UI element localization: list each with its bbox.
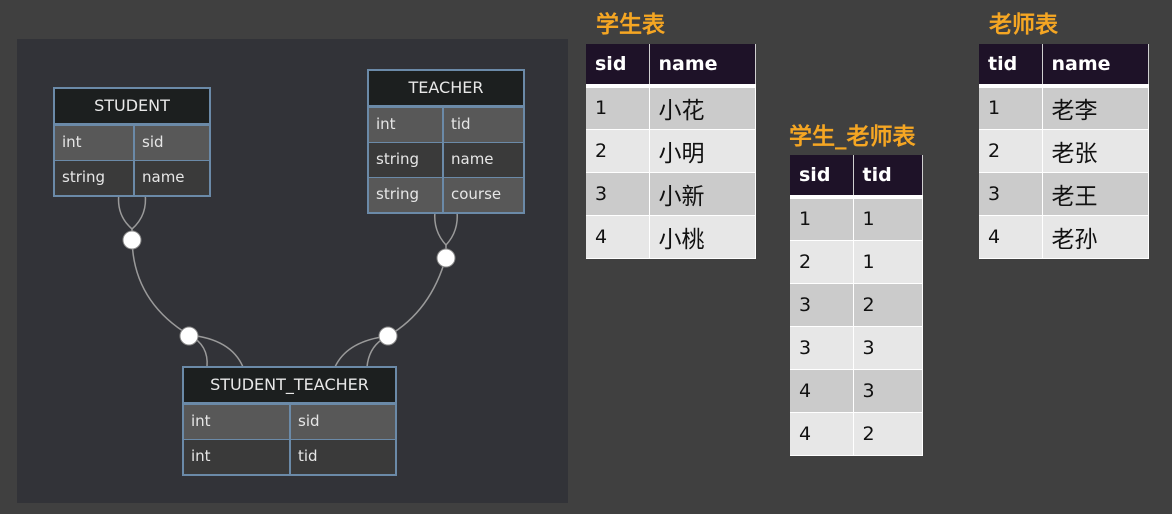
table-cell: 小花	[649, 86, 756, 130]
column-header-name: name	[649, 44, 756, 88]
table-cell: 4	[790, 369, 854, 413]
table-header-row: sid name	[586, 44, 756, 88]
teacher-crowfoot-right	[445, 210, 459, 246]
table-cell: 小桃	[649, 215, 756, 259]
table-row: 1 1	[790, 197, 923, 241]
table-cell: 2	[853, 283, 923, 327]
table-cell: 2	[790, 240, 854, 284]
field-type: string	[369, 178, 444, 212]
table-row: 1 老李	[979, 86, 1149, 130]
table-cell: 4	[790, 412, 854, 456]
student-table: sid name 1 小花 2 小明 3 小新 4 小桃	[586, 44, 756, 259]
junction-teacher-circle	[378, 326, 398, 346]
table-header-row: tid name	[979, 44, 1149, 88]
table-cell: 小新	[649, 172, 756, 216]
field-name: name	[142, 168, 185, 186]
field-name: name	[451, 150, 494, 168]
field-type: int	[184, 405, 291, 439]
field-type: string	[55, 161, 135, 195]
table-cell: 老李	[1042, 86, 1149, 130]
field-name: sid	[142, 133, 164, 151]
student-junction-line	[131, 238, 190, 336]
entity-student-teacher-row: int sid	[184, 404, 395, 439]
entity-teacher-row: int tid	[369, 107, 523, 142]
field-name: course	[451, 185, 502, 203]
table-row: 3 3	[790, 326, 923, 370]
table-row: 4 3	[790, 369, 923, 413]
student-teacher-table-title: 学生_老师表	[789, 124, 916, 150]
field-name: sid	[298, 412, 320, 430]
field-type: int	[184, 440, 291, 474]
field-type: int	[369, 108, 444, 142]
table-row: 2 老张	[979, 129, 1149, 173]
field-type: string	[369, 143, 444, 177]
teacher-cardinality-circle	[436, 248, 456, 268]
table-cell: 4	[586, 215, 650, 259]
field-name: tid	[298, 447, 318, 465]
entity-student-row: string name	[55, 160, 209, 195]
table-cell: 2	[586, 129, 650, 173]
teacher-crowfoot-left	[433, 210, 447, 246]
entity-student: STUDENT int sid string name	[53, 87, 211, 197]
table-cell: 2	[979, 129, 1043, 173]
teacher-junction-line	[387, 256, 447, 337]
student-crowfoot-right	[131, 192, 147, 230]
table-cell: 1	[790, 197, 854, 241]
entity-teacher-row: string course	[369, 177, 523, 212]
entity-student-teacher-title: STUDENT_TEACHER	[184, 368, 395, 404]
teacher-table: tid name 1 老李 2 老张 3 老王 4 老孙	[979, 44, 1149, 259]
column-header-sid: sid	[586, 44, 650, 88]
table-row: 3 小新	[586, 172, 756, 216]
column-header-sid: sid	[790, 155, 854, 199]
teacher-table-title: 老师表	[989, 12, 1058, 38]
entity-student-row: int sid	[55, 125, 209, 160]
table-row: 4 2	[790, 412, 923, 456]
table-cell: 2	[853, 412, 923, 456]
student-cardinality-circle	[122, 230, 142, 250]
entity-teacher: TEACHER int tid string name string cours…	[367, 69, 525, 214]
column-header-tid: tid	[979, 44, 1043, 88]
table-row: 3 老王	[979, 172, 1149, 216]
entity-teacher-row: string name	[369, 142, 523, 177]
table-row: 2 小明	[586, 129, 756, 173]
table-cell: 1	[853, 240, 923, 284]
table-cell: 老张	[1042, 129, 1149, 173]
table-row: 2 1	[790, 240, 923, 284]
table-row: 3 2	[790, 283, 923, 327]
column-header-name: name	[1042, 44, 1149, 88]
junction-student-circle	[179, 326, 199, 346]
table-cell: 老孙	[1042, 215, 1149, 259]
table-cell: 1	[853, 197, 923, 241]
table-cell: 1	[586, 86, 650, 130]
table-cell: 老王	[1042, 172, 1149, 216]
table-cell: 3	[853, 369, 923, 413]
table-cell: 小明	[649, 129, 756, 173]
table-row: 4 小桃	[586, 215, 756, 259]
entity-student-title: STUDENT	[55, 89, 209, 125]
student-table-title: 学生表	[596, 12, 665, 38]
table-cell: 3	[586, 172, 650, 216]
table-cell: 4	[979, 215, 1043, 259]
field-name: tid	[451, 115, 471, 133]
student-teacher-table: sid tid 1 1 2 1 3 2 3 3 4 3 4 2	[790, 155, 923, 456]
entity-teacher-title: TEACHER	[369, 71, 523, 107]
entity-student-teacher: STUDENT_TEACHER int sid int tid	[182, 366, 397, 476]
table-cell: 3	[853, 326, 923, 370]
entity-student-teacher-row: int tid	[184, 439, 395, 474]
er-diagram-panel: STUDENT int sid string name TEACHER int …	[17, 39, 568, 503]
field-type: int	[55, 126, 135, 160]
table-header-row: sid tid	[790, 155, 923, 199]
table-cell: 3	[979, 172, 1043, 216]
table-row: 1 小花	[586, 86, 756, 130]
table-cell: 3	[790, 283, 854, 327]
table-cell: 3	[790, 326, 854, 370]
student-crowfoot-left	[117, 192, 133, 230]
table-row: 4 老孙	[979, 215, 1149, 259]
table-cell: 1	[979, 86, 1043, 130]
column-header-tid: tid	[853, 155, 923, 199]
